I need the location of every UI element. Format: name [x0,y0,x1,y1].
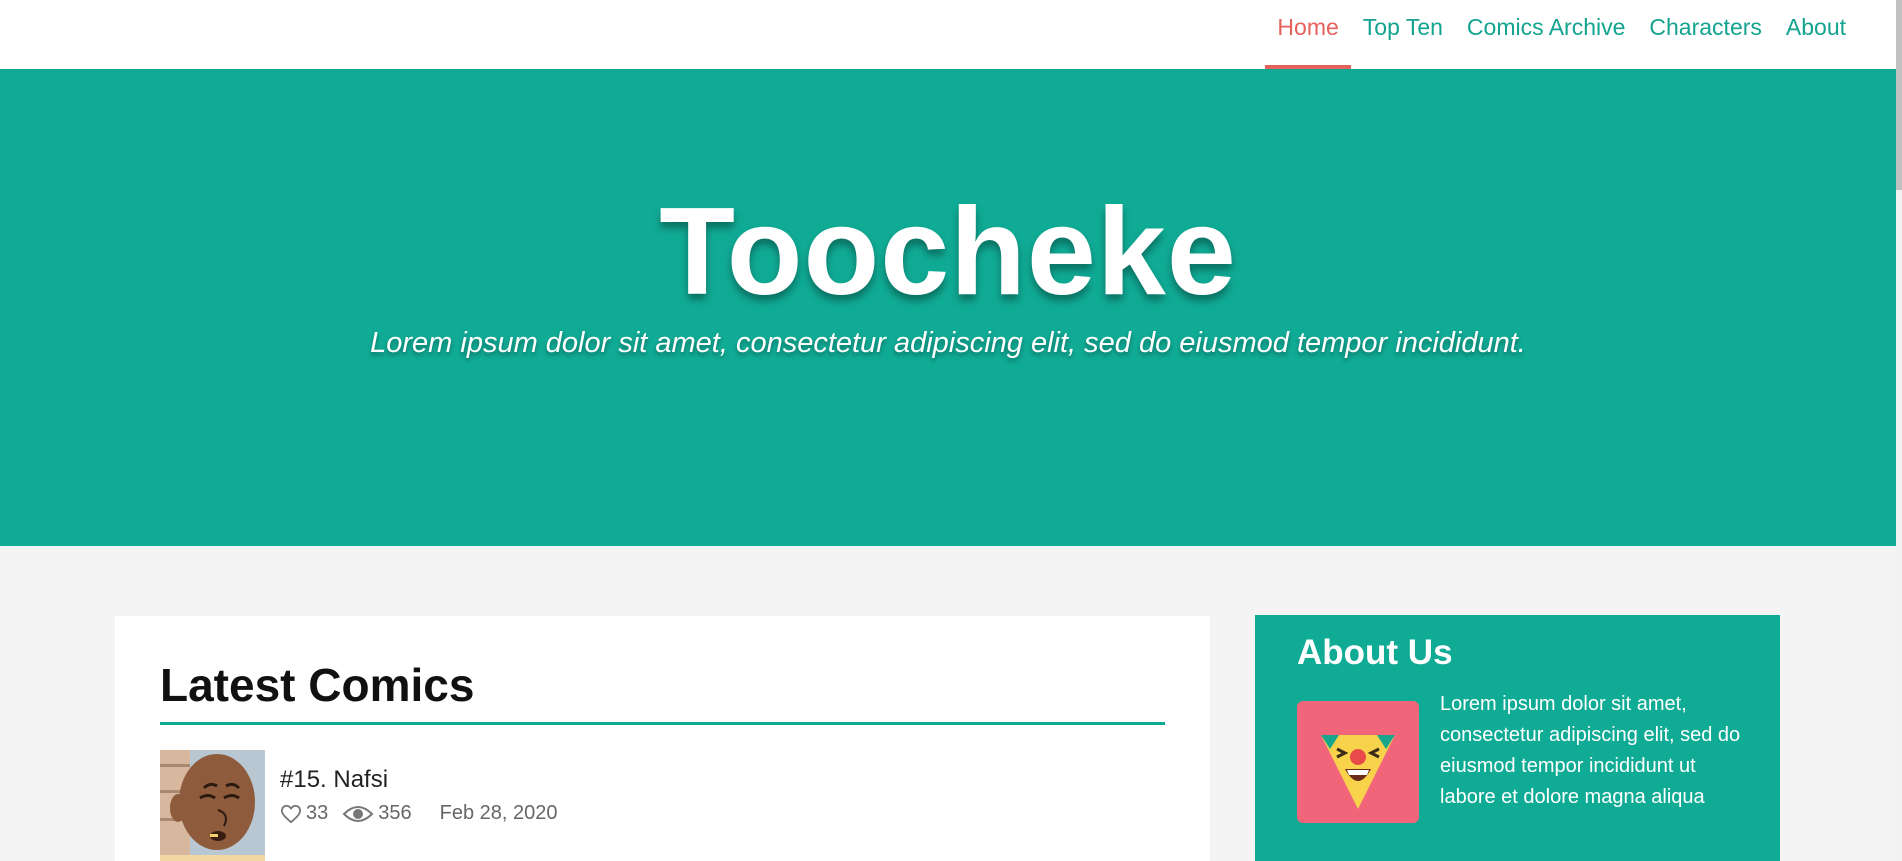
nav-comics-archive-link[interactable]: Comics Archive [1455,0,1637,69]
comic-meta: 33 356 Feb 28, 2020 [280,802,558,825]
nav-characters-link[interactable]: Characters [1637,0,1773,69]
heading-divider [160,722,1165,725]
page-scrollbar[interactable] [1896,0,1902,861]
nav-home-link[interactable]: Home [1265,0,1352,69]
likes-count: 33 [306,802,329,824]
comic-title[interactable]: #15. Nafsi [280,766,388,794]
heart-icon[interactable] [280,804,302,824]
about-heading: About Us [1297,633,1453,672]
about-avatar [1297,701,1419,823]
about-us-widget: About Us Lorem ipsum dolor sit amet, con… [1255,615,1780,861]
scrollbar-thumb[interactable] [1896,0,1902,190]
top-navbar: Home Top Ten Comics Archive Characters A… [0,0,1896,69]
site-tagline: Lorem ipsum dolor sit amet, consectetur … [370,327,1526,359]
nav-menu: Home Top Ten Comics Archive Characters A… [1265,0,1858,69]
comic-thumbnail[interactable] [160,750,265,861]
comic-list-item[interactable]: #15. Nafsi 33 356 Feb 28, 2020 [160,750,1060,861]
nav-top-ten-link[interactable]: Top Ten [1351,0,1455,69]
site-title: Toocheke [659,183,1237,321]
about-description: Lorem ipsum dolor sit amet, consectetur … [1440,693,1741,808]
latest-comics-panel: Latest Comics #15. Nafsi 33 356 Feb 28, … [115,616,1210,861]
comic-date: Feb 28, 2020 [439,802,558,824]
comic-likes[interactable]: 33 [280,802,328,825]
hero-banner: Toocheke Lorem ipsum dolor sit amet, con… [0,69,1896,546]
comic-views: 356 [342,802,412,825]
eye-icon [342,805,374,822]
latest-comics-heading: Latest Comics [160,659,475,711]
views-count: 356 [378,802,412,824]
clown-face-icon [1321,735,1395,809]
nav-about-link[interactable]: About [1774,0,1858,69]
